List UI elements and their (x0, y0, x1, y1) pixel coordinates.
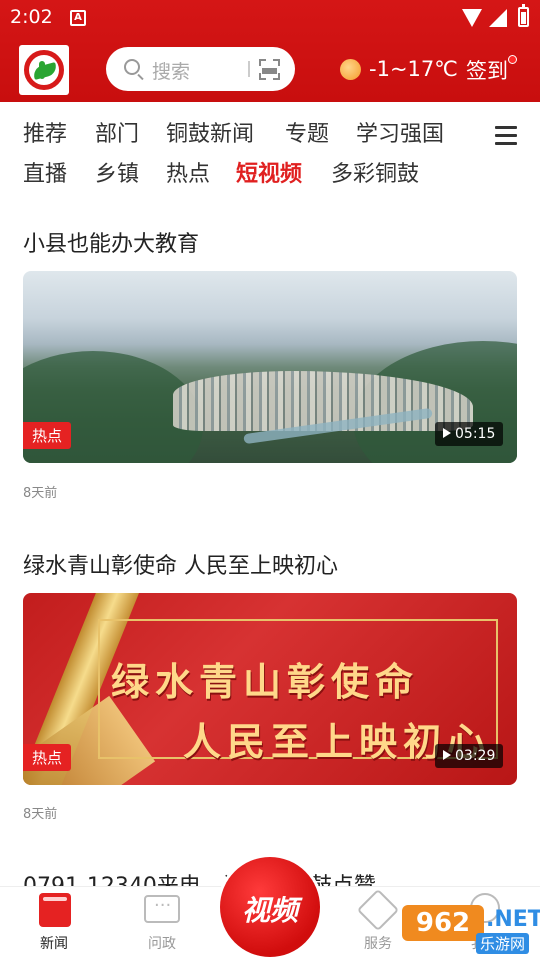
battery-icon (518, 4, 529, 27)
handshake-icon (356, 888, 400, 932)
watermark-badge: 962 (402, 905, 484, 941)
play-icon (443, 428, 451, 438)
tab-video-button[interactable]: 视频 (220, 857, 320, 957)
channel-tab-colorful-tonggu[interactable]: 多彩铜鼓 (331, 156, 419, 188)
video-button-label: 视频 (241, 894, 298, 927)
search-icon (124, 59, 140, 75)
tab-label: 问政 (148, 936, 176, 952)
channel-tab-live[interactable]: 直播 (23, 156, 67, 188)
poster-text-line: 绿水青山彰使命 (111, 659, 420, 704)
channel-tab-towns[interactable]: 乡镇 (95, 156, 139, 188)
app-logo[interactable] (19, 45, 69, 95)
tab-news[interactable]: 新闻 (19, 887, 89, 960)
watermark-net: .NET (486, 907, 540, 932)
scan-icon[interactable] (259, 59, 280, 80)
watermark: 962 .NET 乐游网 (402, 903, 540, 955)
publish-time: 8天前 (23, 807, 58, 822)
checkin-button[interactable]: 签到 (466, 55, 508, 85)
video-thumbnail[interactable]: 绿水青山彰使命 人民至上映初心 热点 03:29 (23, 593, 517, 785)
channel-tab-department[interactable]: 部门 (95, 116, 139, 148)
channel-tab-short-video[interactable]: 短视频 (236, 156, 302, 188)
video-title[interactable]: 小县也能办大教育 (23, 226, 199, 258)
channel-tab-recommend[interactable]: 推荐 (23, 116, 67, 148)
search-placeholder: 搜索 (152, 61, 191, 83)
notification-icon: A (70, 10, 86, 26)
weather-sun-icon (340, 59, 361, 80)
channel-tab-xuexi[interactable]: 学习强国 (356, 116, 444, 148)
checkin-badge-dot (508, 55, 517, 64)
hot-tag: 热点 (23, 744, 72, 771)
channel-tab-tonggu-news[interactable]: 铜鼓新闻 (166, 116, 254, 148)
channel-tab-special[interactable]: 专题 (285, 116, 329, 148)
duration-text: 03:29 (455, 748, 496, 764)
tab-label: 新闻 (40, 936, 68, 952)
video-thumbnail[interactable]: 热点 05:15 (23, 271, 517, 463)
play-icon (443, 750, 451, 760)
channel-menu-icon[interactable] (495, 126, 517, 146)
duration-text: 05:15 (455, 426, 496, 442)
status-bar: 2:02 A (0, 0, 540, 36)
video-duration: 03:29 (435, 744, 504, 768)
watermark-sub: 乐游网 (476, 933, 530, 954)
publish-time: 8天前 (23, 486, 58, 501)
signal-icon (489, 9, 507, 27)
channel-tab-hot[interactable]: 热点 (166, 156, 210, 188)
hot-tag: 热点 (23, 422, 72, 449)
app-header: 2:02 A 搜索 -1~17℃ 签到 (0, 0, 540, 102)
search-bar[interactable]: 搜索 (106, 47, 295, 91)
chat-icon (144, 895, 180, 923)
wifi-icon (462, 9, 482, 27)
search-divider (248, 61, 250, 77)
video-title[interactable]: 绿水青山彰使命 人民至上映初心 (23, 548, 338, 580)
news-icon (39, 893, 71, 927)
channel-nav: 推荐 部门 铜鼓新闻 专题 学习强国 直播 乡镇 热点 短视频 多彩铜鼓 (0, 102, 540, 192)
video-duration: 05:15 (435, 422, 504, 446)
weather-temperature[interactable]: -1~17℃ (369, 57, 458, 81)
status-time: 2:02 (10, 6, 53, 28)
tab-inquiry[interactable]: 问政 (127, 887, 197, 960)
